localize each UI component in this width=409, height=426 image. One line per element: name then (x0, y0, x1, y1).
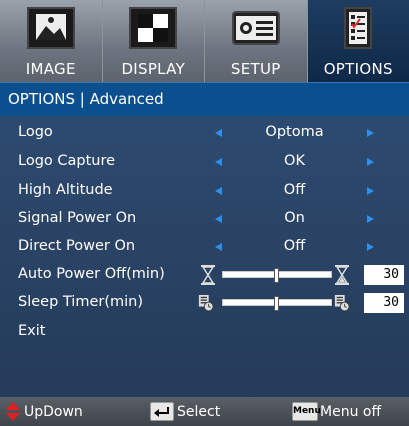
tab-setup[interactable]: SETUP (205, 0, 308, 82)
arrow-right-icon[interactable] (367, 187, 374, 195)
menu-key-icon: Menu (292, 402, 321, 421)
tab-bar: IMAGE DISPLAY SETUP OPTIONS (0, 0, 409, 82)
arrow-right-icon[interactable] (367, 129, 374, 137)
menu-item-sleep-timer[interactable]: Sleep Timer(min) 30 (0, 290, 409, 316)
auto-power-off-value: 30 (364, 265, 404, 285)
menu-item-direct-power-on[interactable]: Direct Power On Off (0, 234, 409, 260)
display-icon (129, 7, 178, 49)
slider-knob[interactable] (274, 296, 279, 311)
tab-display[interactable]: DISPLAY (102, 0, 205, 82)
arrow-right-icon[interactable] (367, 243, 374, 251)
arrow-left-icon[interactable] (215, 158, 222, 166)
menu-item-label: Logo (18, 124, 53, 140)
page-header: OPTIONS | Advanced (0, 82, 409, 116)
slider-knob[interactable] (274, 268, 279, 283)
menu-item-auto-power-off[interactable]: Auto Power Off(min) 30 (0, 262, 409, 288)
arrow-left-icon[interactable] (215, 243, 222, 251)
menu-item-value: OK (284, 153, 305, 169)
auto-power-off-slider[interactable] (222, 268, 332, 283)
options-icon (344, 7, 373, 49)
menu-item-label: Logo Capture (18, 153, 116, 169)
sleep-timer-slider[interactable] (222, 296, 332, 311)
menu-item-high-altitude[interactable]: High Altitude Off (0, 178, 409, 204)
menu-item-logo[interactable]: Logo Optoma (0, 120, 409, 146)
menu-item-label: Exit (18, 323, 46, 339)
menu-item-signal-power-on[interactable]: Signal Power On On (0, 206, 409, 232)
arrow-left-icon[interactable] (215, 129, 222, 137)
menu-panel: Logo Optoma Logo Capture OK High Altitud… (0, 116, 409, 397)
tab-options-label: OPTIONS (323, 60, 393, 78)
menu-item-exit[interactable]: Exit (0, 319, 409, 345)
menu-item-value: On (284, 210, 305, 226)
arrow-left-icon[interactable] (215, 215, 222, 223)
footer-updown-label: UpDown (24, 404, 83, 420)
sleep-timer-icon (198, 295, 214, 312)
footer-bar: UpDown Select Menu Menu off (0, 397, 409, 426)
sleep-timer-icon (334, 295, 350, 312)
tab-image[interactable]: IMAGE (0, 0, 103, 82)
footer-select-label: Select (177, 404, 221, 420)
tab-image-label: IMAGE (25, 60, 76, 78)
menu-item-label: Auto Power Off(min) (18, 266, 165, 282)
arrow-right-icon[interactable] (367, 215, 374, 223)
tab-display-label: DISPLAY (121, 60, 186, 78)
setup-icon (231, 11, 280, 45)
menu-item-label: Signal Power On (18, 210, 137, 226)
menu-item-label: High Altitude (18, 182, 113, 198)
image-icon (26, 7, 75, 49)
menu-item-value: Optoma (265, 124, 324, 140)
tab-setup-label: SETUP (230, 60, 281, 78)
arrow-left-icon[interactable] (215, 187, 222, 195)
hourglass-icon (201, 265, 215, 285)
tab-options[interactable]: OPTIONS (307, 0, 409, 82)
enter-key-icon (150, 402, 174, 421)
sleep-timer-value: 30 (364, 293, 404, 313)
menu-item-value: Off (283, 182, 306, 198)
arrow-right-icon[interactable] (367, 158, 374, 166)
hourglass-icon (335, 265, 349, 285)
menu-item-value: Off (283, 238, 306, 254)
menu-item-logo-capture[interactable]: Logo Capture OK (0, 149, 409, 175)
footer-menu-off-label: Menu off (320, 404, 382, 420)
page-title: OPTIONS | Advanced (8, 90, 164, 108)
menu-item-label: Direct Power On (18, 238, 136, 254)
menu-item-label: Sleep Timer(min) (18, 294, 143, 310)
updown-icon (6, 402, 20, 421)
